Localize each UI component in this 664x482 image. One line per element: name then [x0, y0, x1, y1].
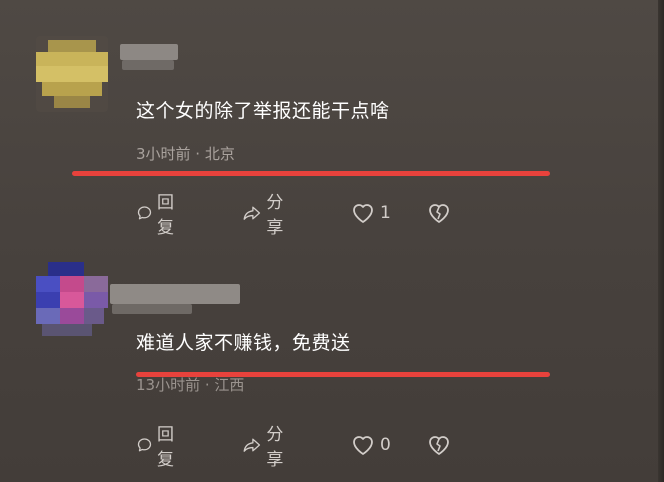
right-edge-strip [658, 0, 664, 482]
username-blurred [120, 44, 178, 60]
heart-icon [353, 204, 373, 223]
like-button[interactable]: 1 [350, 200, 391, 226]
reply-button[interactable]: 回复 [136, 425, 181, 470]
comment-meta: 13小时前 · 江西 [136, 376, 245, 394]
comment-bubble-icon [137, 206, 152, 220]
reply-label: 回复 [156, 193, 174, 238]
dislike-button[interactable] [426, 200, 452, 226]
dislike-button[interactable] [426, 432, 452, 458]
share-button[interactable]: 分享 [242, 425, 291, 470]
share-arrow-icon [243, 206, 261, 220]
broken-heart-icon [429, 436, 449, 455]
avatar[interactable] [36, 36, 108, 112]
share-label: 分享 [266, 193, 284, 238]
comment-text: 这个女的除了举报还能干点啥 [136, 100, 390, 122]
comment-meta: 3小时前 · 北京 [136, 145, 235, 163]
red-underline-annotation [72, 171, 550, 176]
red-underline-annotation [136, 372, 550, 377]
like-count: 0 [380, 435, 391, 455]
share-label: 分享 [266, 425, 284, 470]
broken-heart-icon [429, 204, 449, 223]
reply-button[interactable]: 回复 [136, 193, 181, 238]
username-blurred [110, 284, 240, 304]
heart-icon [353, 436, 373, 455]
share-arrow-icon [243, 438, 261, 452]
comment-text: 难道人家不赚钱，免费送 [136, 332, 351, 354]
reply-label: 回复 [156, 425, 174, 470]
comment-bubble-icon [137, 438, 152, 452]
like-count: 1 [380, 203, 391, 223]
username-blurred [122, 60, 174, 70]
like-button[interactable]: 0 [350, 432, 391, 458]
share-button[interactable]: 分享 [242, 193, 291, 238]
username-blurred [112, 304, 192, 314]
avatar[interactable] [36, 262, 108, 338]
